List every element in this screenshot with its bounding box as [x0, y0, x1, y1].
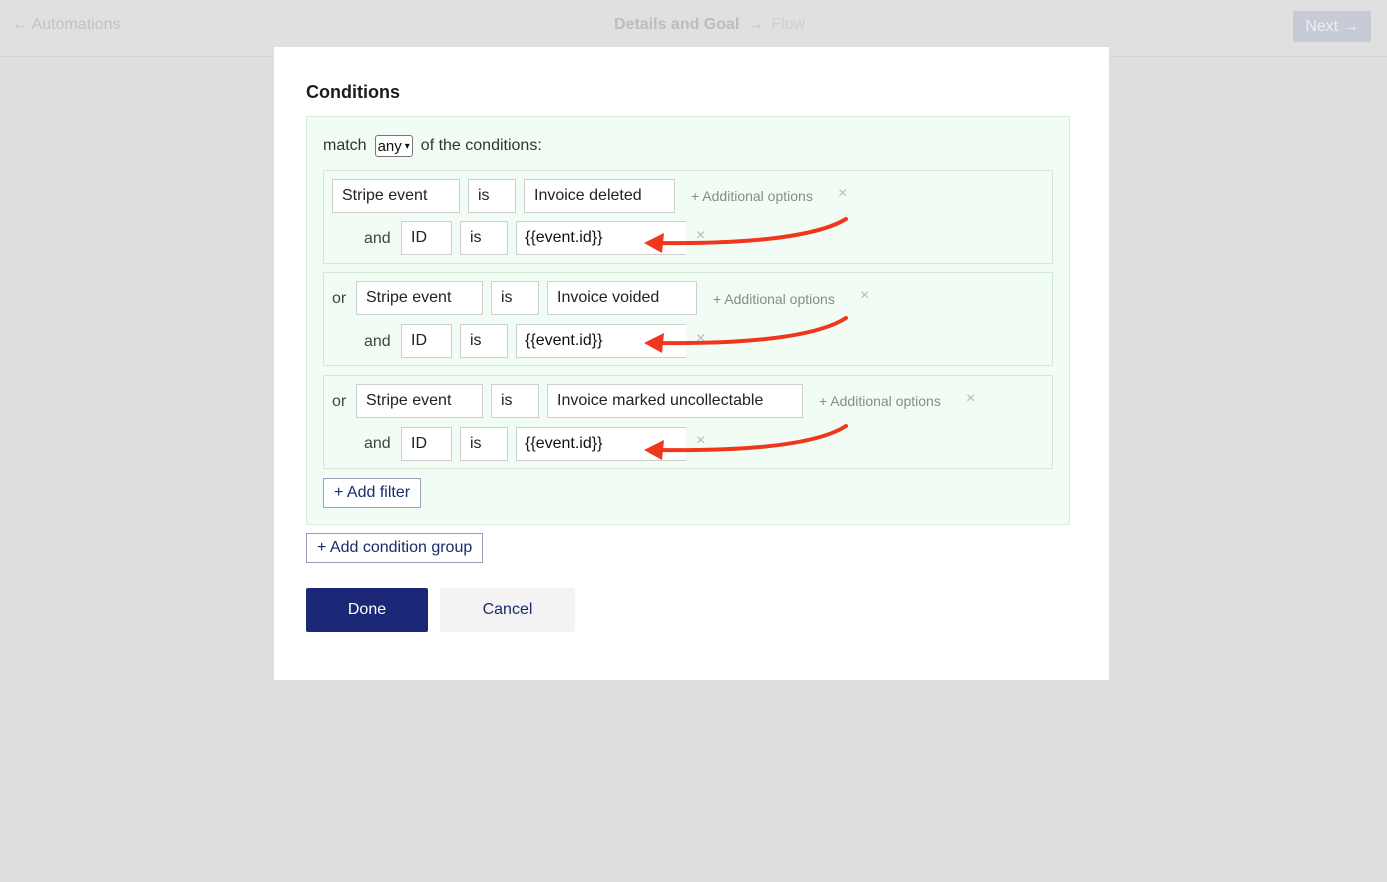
condition-field-select[interactable]: Stripe event [356, 384, 483, 418]
modal-title: Conditions [306, 82, 400, 102]
remove-sub-condition-icon[interactable]: × [696, 228, 705, 244]
condition-operator-select[interactable]: is [468, 179, 516, 213]
step-flow[interactable]: Flow [771, 16, 805, 34]
next-button[interactable]: Next → [1293, 11, 1371, 42]
condition-field-select[interactable]: Stripe event [332, 179, 460, 213]
sub-condition-operator-select[interactable]: is [460, 221, 508, 255]
additional-options-link[interactable]: + Additional options [691, 188, 813, 204]
done-button[interactable]: Done [306, 588, 428, 632]
conditions-modal: Conditions match any ▾ of the conditions… [274, 47, 1109, 680]
remove-sub-condition-icon[interactable]: × [696, 433, 705, 449]
condition-value-select[interactable]: Invoice voided [547, 281, 697, 315]
match-type-select[interactable]: any ▾ [374, 135, 413, 157]
sub-condition-operator-select[interactable]: is [460, 324, 508, 358]
condition-group: match any ▾ of the conditions: Stripe ev… [306, 116, 1070, 525]
step-arrow-icon: → [747, 16, 764, 33]
chevron-down-icon: ▾ [404, 140, 410, 152]
condition-row: or Stripe event is Invoice voided + Addi… [323, 272, 1053, 366]
sub-condition-operator-select[interactable]: is [460, 427, 508, 461]
remove-condition-icon[interactable]: × [838, 186, 847, 202]
match-type-value: any [377, 137, 402, 155]
remove-condition-icon[interactable]: × [966, 391, 975, 407]
match-row: match any ▾ of the conditions: [323, 135, 542, 157]
condition-value-select[interactable]: Invoice marked uncollectable [547, 384, 803, 418]
condition-operator-select[interactable]: is [491, 281, 539, 315]
additional-options-link[interactable]: + Additional options [713, 291, 835, 307]
sub-condition-field-select[interactable]: ID [401, 221, 452, 255]
step-details-and-goal[interactable]: Details and Goal [614, 16, 739, 34]
sub-condition-field-select[interactable]: ID [401, 427, 452, 461]
sub-condition-value-input[interactable]: {{event.id}} [516, 427, 686, 461]
step-breadcrumb: Details and Goal → Flow [614, 16, 805, 34]
sub-condition-value-input[interactable]: {{event.id}} [516, 324, 686, 358]
condition-conjunction: or [332, 393, 347, 410]
add-condition-group-button[interactable]: + Add condition group [306, 533, 484, 563]
condition-row: or Stripe event is Invoice marked uncoll… [323, 375, 1053, 469]
sub-condition-conjunction: and [364, 333, 391, 350]
additional-options-link[interactable]: + Additional options [819, 393, 941, 409]
sub-condition-value-input[interactable]: {{event.id}} [516, 221, 686, 255]
cancel-button[interactable]: Cancel [440, 588, 575, 632]
remove-condition-icon[interactable]: × [860, 288, 869, 304]
match-suffix: of the conditions: [420, 137, 542, 154]
condition-row: Stripe event is Invoice deleted + Additi… [323, 170, 1053, 264]
sub-condition-conjunction: and [364, 230, 391, 247]
sub-condition-field-select[interactable]: ID [401, 324, 452, 358]
condition-operator-select[interactable]: is [491, 384, 539, 418]
condition-field-select[interactable]: Stripe event [356, 281, 483, 315]
condition-value-select[interactable]: Invoice deleted [524, 179, 675, 213]
add-filter-button[interactable]: + Add filter [323, 478, 422, 508]
sub-condition-conjunction: and [364, 435, 391, 452]
back-to-automations-link[interactable]: ← Automations [12, 16, 121, 34]
remove-sub-condition-icon[interactable]: × [696, 331, 705, 347]
condition-conjunction: or [332, 290, 347, 307]
match-prefix: match [323, 137, 367, 154]
